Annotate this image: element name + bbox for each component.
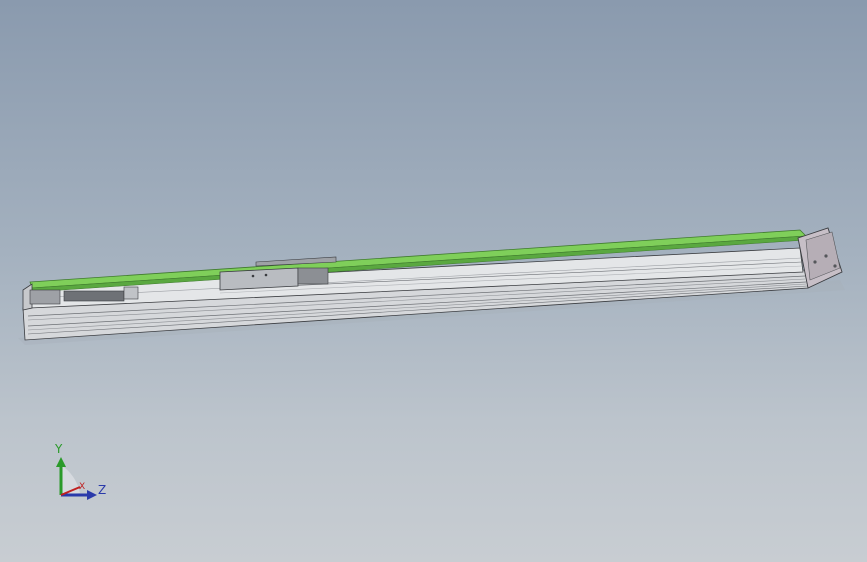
carriage-clamp — [297, 267, 329, 285]
carriage-block — [219, 267, 299, 291]
graphics-viewport[interactable]: Y X Z — [0, 0, 867, 562]
left-coupling — [123, 286, 139, 300]
left-bracket — [29, 289, 61, 305]
left-motor-block — [63, 290, 125, 302]
triad-x-label: X — [79, 482, 86, 492]
end-cap-screw — [833, 264, 837, 268]
triad-y-arrow — [56, 457, 66, 467]
triad-z-label: Z — [98, 483, 107, 497]
linear-module-model[interactable] — [0, 0, 867, 562]
reference-triad — [56, 457, 97, 500]
carriage-screw — [251, 274, 255, 278]
end-cap-screw — [824, 254, 828, 258]
carriage-screw — [264, 273, 268, 277]
end-cap-screw — [813, 260, 817, 264]
triad-y-label: Y — [55, 442, 63, 456]
triad-z-arrow — [87, 490, 97, 500]
